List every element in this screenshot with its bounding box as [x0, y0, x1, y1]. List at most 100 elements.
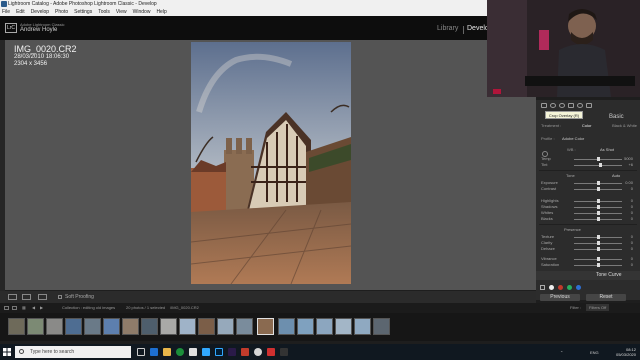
- red-eye-icon[interactable]: [559, 102, 565, 108]
- red-dot-icon[interactable]: [558, 285, 563, 290]
- blacks-slider[interactable]: Blacks 0: [541, 216, 633, 222]
- filmstrip-thumb[interactable]: [122, 318, 139, 335]
- filmstrip-thumb[interactable]: [160, 318, 177, 335]
- tint-value: +6: [628, 162, 633, 167]
- module-library[interactable]: Library: [437, 25, 458, 32]
- forward-arrow-icon[interactable]: ▶: [40, 303, 43, 313]
- filmstrip-thumb[interactable]: [335, 318, 352, 335]
- filmstrip-thumb[interactable]: [297, 318, 314, 335]
- soft-proofing-checkbox[interactable]: [58, 295, 62, 299]
- filmstrip-thumb[interactable]: [316, 318, 333, 335]
- photo-count: 20 photos / 1 selected: [126, 305, 166, 310]
- filmstrip-thumb[interactable]: [373, 318, 390, 335]
- taskbar-search[interactable]: Type here to search: [15, 346, 131, 358]
- tone-auto-button[interactable]: Auto: [612, 173, 620, 178]
- menu-settings[interactable]: Settings: [74, 8, 92, 16]
- menu-view[interactable]: View: [116, 8, 127, 16]
- obs-icon[interactable]: [254, 348, 262, 356]
- webcam-overlay: [487, 0, 640, 97]
- file-explorer-icon[interactable]: [163, 348, 171, 356]
- wb-value[interactable]: As Shot: [600, 147, 614, 152]
- filter-dropdown[interactable]: Filters Off: [586, 304, 610, 311]
- contrast-slider[interactable]: Contrast 0: [541, 186, 633, 192]
- filmstrip-thumb[interactable]: [354, 318, 371, 335]
- menu-edit[interactable]: Edit: [16, 8, 25, 16]
- filmstrip: [0, 313, 640, 341]
- treatment-color[interactable]: Color: [582, 123, 592, 130]
- previous-button[interactable]: Previous: [540, 294, 580, 301]
- filmstrip-bar: ▦ ◀ ▶ Collection : editing old images 20…: [0, 303, 640, 313]
- screen-1-icon[interactable]: [4, 306, 9, 310]
- basic-panel-title[interactable]: Basic: [609, 114, 624, 120]
- menu-window[interactable]: Window: [133, 8, 151, 16]
- treatment-bw[interactable]: Black & White: [612, 123, 637, 130]
- premiere-icon[interactable]: [228, 348, 236, 356]
- texture-label: Texture: [541, 234, 555, 239]
- system-clock[interactable]: 08:12 05/03/2020: [616, 347, 636, 357]
- tint-slider[interactable]: Tint +6: [541, 162, 633, 168]
- main-photo[interactable]: [191, 42, 351, 284]
- tone-curve-panel-header[interactable]: Tone Curve: [536, 271, 640, 280]
- back-arrow-icon[interactable]: ◀: [32, 303, 35, 313]
- green-dot-icon[interactable]: [567, 285, 572, 290]
- dehaze-slider[interactable]: Dehaze 0: [541, 246, 633, 252]
- blue-dot-icon[interactable]: [576, 285, 581, 290]
- adjustment-brush-icon[interactable]: [586, 102, 592, 108]
- dehaze-value: 0: [630, 246, 633, 251]
- menu-tools[interactable]: Tools: [98, 8, 110, 16]
- language-indicator[interactable]: ENG: [590, 350, 599, 355]
- spot-removal-icon[interactable]: [550, 102, 556, 108]
- reset-button[interactable]: Reset: [586, 294, 626, 301]
- presence-label: Presence: [564, 227, 581, 232]
- crop-overlay-icon[interactable]: [541, 102, 547, 108]
- lightroom-taskbar-icon[interactable]: [202, 348, 210, 356]
- grid-icon[interactable]: ▦: [22, 303, 26, 313]
- screen-2-icon[interactable]: [12, 306, 17, 310]
- filmstrip-thumb[interactable]: [198, 318, 215, 335]
- filmstrip-thumb[interactable]: [27, 318, 44, 335]
- profile-value[interactable]: Adobe Color: [562, 136, 584, 141]
- menu-help[interactable]: Help: [156, 8, 166, 16]
- radial-filter-icon[interactable]: [577, 102, 583, 108]
- windows-start-icon[interactable]: [3, 348, 11, 356]
- filmstrip-thumb[interactable]: [103, 318, 120, 335]
- menu-file[interactable]: File: [2, 8, 10, 16]
- edge-icon[interactable]: [150, 348, 158, 356]
- graduated-filter-icon[interactable]: [568, 102, 574, 108]
- tray-chevron-icon[interactable]: ⌃: [560, 350, 563, 355]
- treatment-label: Treatment :: [541, 123, 562, 128]
- whites-value: 0: [630, 210, 633, 215]
- store-icon[interactable]: [189, 348, 197, 356]
- acrobat-icon[interactable]: [267, 348, 275, 356]
- white-dot-icon[interactable]: [549, 285, 554, 290]
- compare-icon[interactable]: [38, 294, 47, 300]
- filmstrip-thumb[interactable]: [65, 318, 82, 335]
- app-icon[interactable]: [241, 348, 249, 356]
- chrome-icon[interactable]: [176, 348, 184, 356]
- photoshop-icon[interactable]: [215, 348, 223, 356]
- filmstrip-thumb[interactable]: [236, 318, 253, 335]
- filmstrip-thumb[interactable]: [278, 318, 295, 335]
- saturation-slider[interactable]: Saturation 0: [541, 262, 633, 268]
- loupe-view-icon[interactable]: [8, 294, 17, 300]
- filmstrip-thumb[interactable]: [217, 318, 234, 335]
- tint-label: Tint: [541, 162, 548, 167]
- filmstrip-thumb[interactable]: [141, 318, 158, 335]
- menu-photo[interactable]: Photo: [55, 8, 68, 16]
- filmstrip-thumb[interactable]: [84, 318, 101, 335]
- brush-icon[interactable]: [540, 285, 545, 290]
- filmstrip-thumb-selected[interactable]: [257, 318, 274, 335]
- profile-label: Profile :: [541, 136, 555, 141]
- contrast-value: 0: [630, 186, 633, 191]
- app-icon[interactable]: [280, 348, 288, 356]
- develop-tool-strip: [536, 100, 640, 110]
- blacks-label: Blacks: [541, 216, 553, 221]
- filmstrip-thumb[interactable]: [8, 318, 25, 335]
- menu-develop[interactable]: Develop: [31, 8, 49, 16]
- task-view-icon[interactable]: [137, 348, 145, 356]
- before-after-icon[interactable]: [22, 294, 31, 300]
- filmstrip-thumb[interactable]: [179, 318, 196, 335]
- collection-label[interactable]: Collection : editing old images: [62, 303, 115, 313]
- filmstrip-thumb[interactable]: [46, 318, 63, 335]
- windows-taskbar: Type here to search ⌃ ENG 08:12 05/03/20…: [0, 344, 640, 360]
